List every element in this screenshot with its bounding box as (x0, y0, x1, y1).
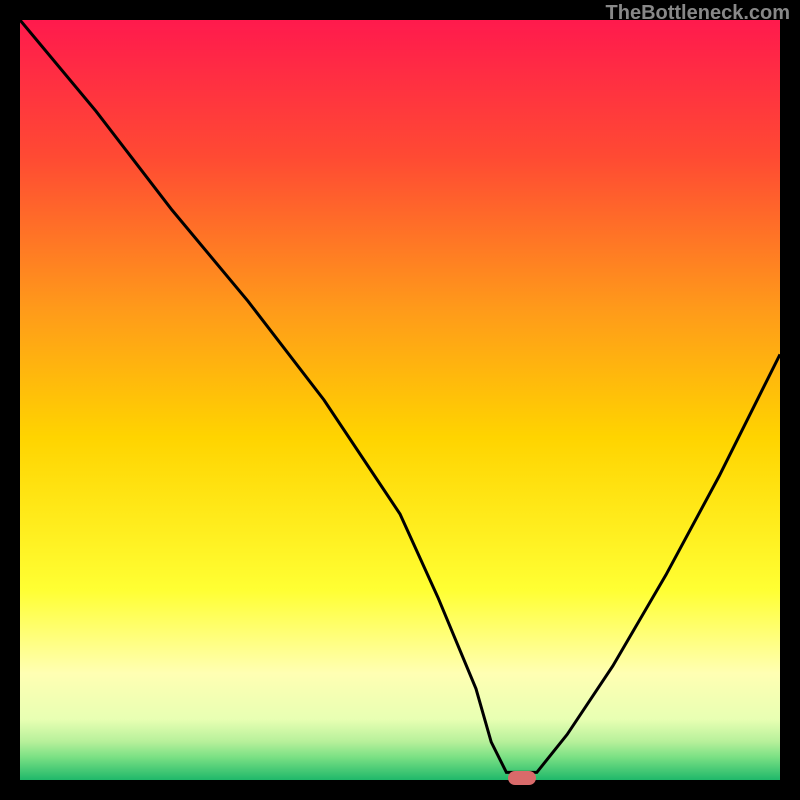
gradient-background (20, 20, 780, 780)
chart-plot-area (20, 20, 780, 780)
optimum-marker (508, 771, 536, 785)
chart-svg (20, 20, 780, 780)
watermark-label: TheBottleneck.com (606, 2, 790, 25)
